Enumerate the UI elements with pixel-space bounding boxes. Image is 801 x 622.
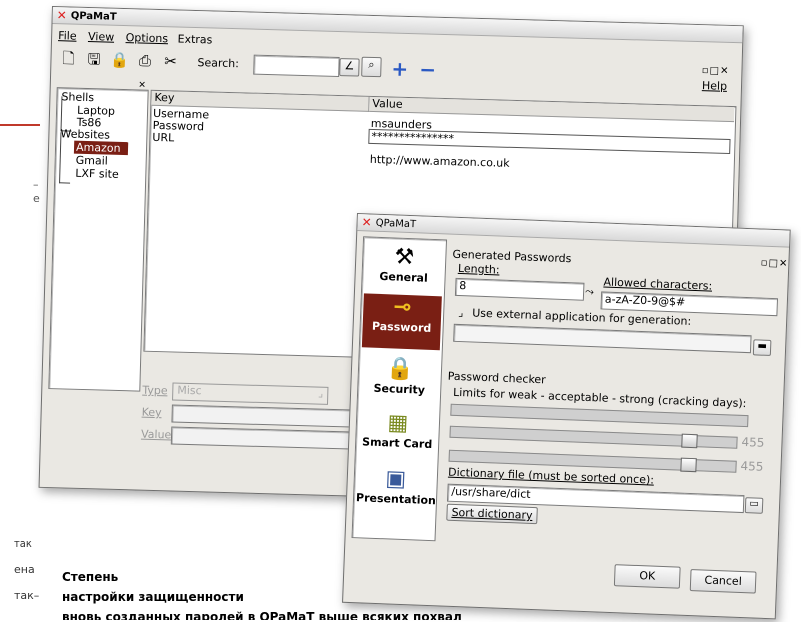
menu-view[interactable]: View (88, 30, 114, 44)
search-input[interactable] (253, 54, 340, 78)
nav-password-label: Password (371, 319, 432, 335)
allowed-characters-value: a-zA-Z0-9@$# (604, 292, 686, 309)
tree-close-icon[interactable]: ✕ (138, 80, 146, 90)
nav-security[interactable]: 🔒 Security (360, 355, 439, 397)
caption-fragment-2: ена (14, 563, 35, 576)
key-icon: ⊸ (392, 294, 413, 321)
add-icon[interactable]: + (391, 57, 408, 81)
ok-button[interactable]: OK (613, 564, 681, 589)
menu-help[interactable]: Help (702, 79, 727, 93)
dictionary-value: /usr/share/dict (451, 484, 531, 501)
search-label: Search: (197, 56, 240, 71)
caption-fragment-3: так– (14, 589, 40, 602)
caption-body: вновь созданных паролей в QPaMaT выше вс… (62, 610, 462, 620)
menu-file[interactable]: File (58, 29, 77, 43)
acceptable-slider-handle[interactable] (681, 433, 698, 449)
x-logo-icon: ✕ (361, 215, 372, 230)
accent-rule (0, 124, 40, 126)
tools-icon[interactable]: ✂ (159, 50, 182, 73)
search-icon[interactable]: ⌕ (361, 56, 382, 78)
x-logo-icon: ✕ (56, 8, 68, 23)
caption-heading-1: Степень (62, 570, 119, 584)
menu-extras[interactable]: Extras (177, 33, 212, 47)
row-value-password[interactable]: *************** (368, 128, 731, 154)
settings-nav: ⚒ General ⊸ Password 🔒 Security ▦ Smart … (351, 236, 448, 542)
value-field[interactable] (170, 426, 374, 451)
external-app-checkbox[interactable]: ⌟ (458, 306, 464, 319)
nav-smart-card[interactable]: ▦ Smart Card (358, 409, 437, 451)
nav-presentation[interactable]: ▣ Presentation (355, 465, 437, 508)
toolbar: 🗋 🖫 🔒 ⎙ ✂ Search: ∠ ⌕ + − ▫□✕ Help (57, 47, 734, 94)
clear-search-icon[interactable]: ∠ (339, 58, 360, 77)
nav-security-label: Security (373, 381, 426, 397)
length-label: Length: (457, 261, 500, 277)
type-label: Type (142, 383, 168, 398)
strong-value: 455 (740, 458, 764, 474)
dialog-title: QPaMaT (375, 217, 417, 230)
length-value: 8 (459, 278, 467, 293)
margin-letter: е (33, 192, 40, 205)
tree-item-lxf-site[interactable]: LXF site (75, 167, 119, 181)
remove-icon[interactable]: − (419, 57, 436, 81)
lock-icon[interactable]: 🔒 (108, 49, 131, 72)
menubar: File View Options Extras (58, 29, 213, 46)
row-value-url[interactable]: http://www.amazon.co.uk (370, 153, 510, 170)
new-file-icon[interactable]: 🗋 (57, 47, 80, 70)
acceptable-value: 455 (741, 434, 765, 450)
row-key-url[interactable]: URL (152, 131, 174, 145)
nav-general[interactable]: ⚒ General (364, 243, 443, 285)
lock-icon: 🔒 (385, 356, 415, 383)
type-value: Misc (177, 383, 202, 398)
browse-folder-icon[interactable]: ▬ (752, 339, 772, 356)
length-input[interactable]: 8 (454, 277, 585, 301)
sort-dictionary-button[interactable]: Sort dictionary (446, 503, 538, 525)
nav-password[interactable]: ⊸ Password (361, 293, 442, 351)
link-arrow-icon: ⤳ (584, 284, 595, 299)
browse-dictionary-icon[interactable]: ▭ (744, 497, 764, 514)
external-app-input[interactable] (453, 323, 752, 354)
strong-slider-handle[interactable] (680, 457, 697, 473)
margin-dash: – (33, 178, 39, 191)
checker-title: Password checker (447, 369, 546, 387)
nav-presentation-label: Presentation (355, 491, 437, 508)
nav-smart-card-label: Smart Card (361, 435, 433, 452)
generated-passwords-group: Generated Passwords Length: 8 ⤳ Allowed … (449, 248, 779, 370)
caption-heading-2: настройки защищенности (62, 590, 244, 604)
nav-general-label: General (379, 269, 428, 285)
type-select[interactable]: Misc ⌟ (172, 382, 329, 405)
key-label: Key (141, 405, 162, 420)
allowed-characters-label: Allowed characters: (603, 275, 713, 293)
main-title: QPaMaT (70, 10, 117, 23)
settings-dialog: ✕ QPaMaT ▫□✕ ⚒ General ⊸ Password 🔒 Secu… (342, 213, 791, 620)
tree-group-shells[interactable]: Shells (61, 90, 94, 104)
key-field[interactable] (171, 404, 374, 429)
menu-options[interactable]: Options (125, 31, 168, 45)
cancel-button[interactable]: Cancel (689, 569, 757, 594)
password-checker-group: Password checker Limits for weak - accep… (442, 370, 774, 552)
main-window-buttons[interactable]: ▫□✕ (702, 65, 730, 77)
tree-item-gmail[interactable]: Gmail (76, 154, 108, 168)
save-icon[interactable]: 🖫 (83, 48, 106, 71)
value-label: Value (140, 427, 172, 442)
smart-card-icon: ▦ (387, 410, 409, 437)
dictionary-label: Dictionary file (must be sorted once): (447, 465, 655, 487)
presentation-icon: ▣ (384, 466, 407, 493)
tree-group-websites[interactable]: Websites (60, 127, 110, 141)
tools-icon: ⚒ (393, 244, 415, 271)
acceptable-slider[interactable] (449, 425, 738, 449)
print-icon[interactable]: ⎙ (134, 49, 157, 72)
category-tree: ✕ Shells Laptop Ts86 Websites Amazon Gma… (48, 80, 149, 392)
caption-fragment-1: так (14, 537, 32, 550)
dropdown-arrow-icon: ⌟ (317, 386, 324, 400)
